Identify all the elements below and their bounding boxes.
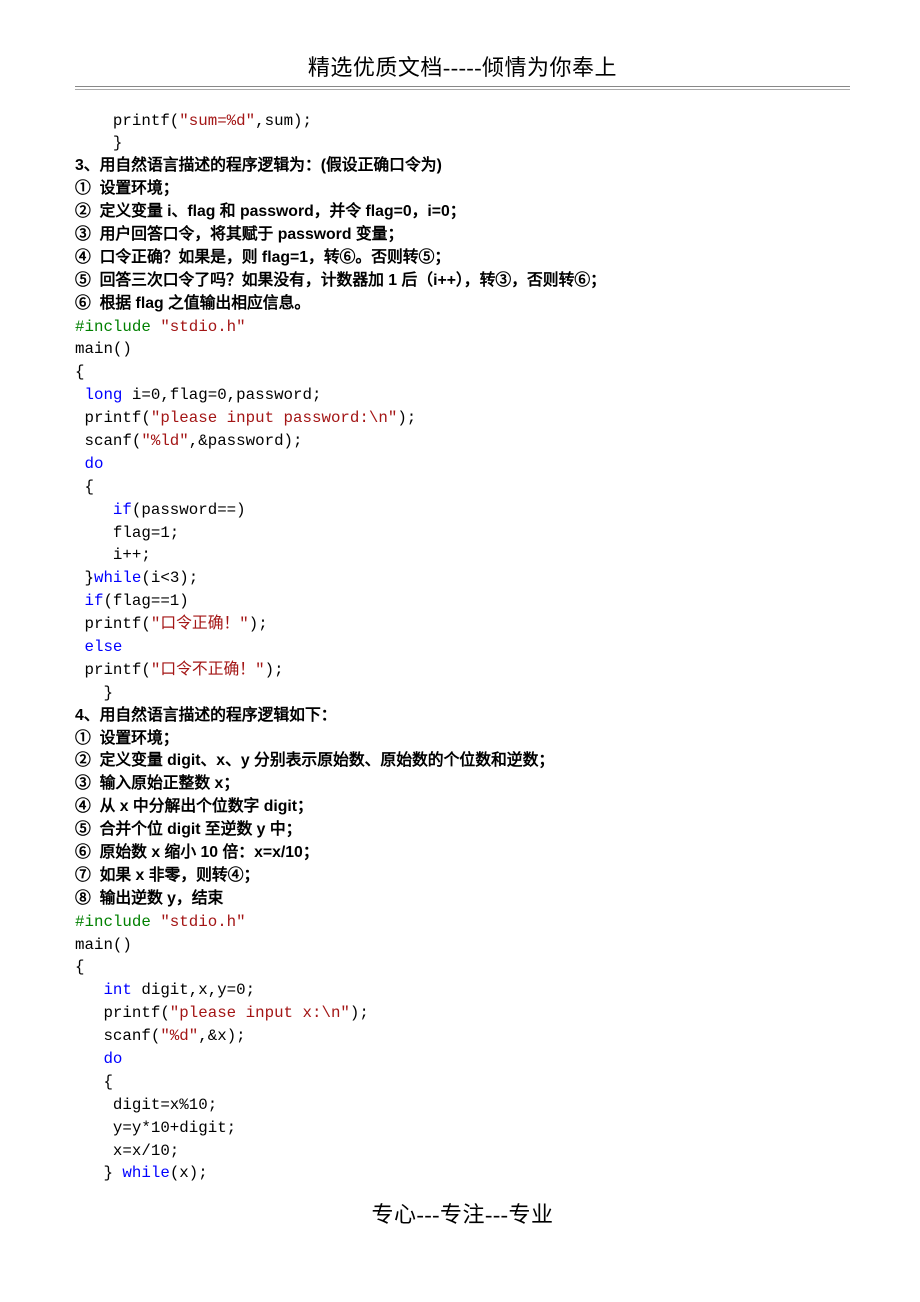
step-line: ⑥ 根据 flag 之值输出相应信息。 [75,293,850,316]
code-string: "口令不正确！" [151,661,265,679]
code-keyword: do [75,1048,850,1071]
code-text: (i<3); [141,569,198,587]
question-heading: 4、用自然语言描述的程序逻辑如下： [75,705,850,728]
step-line: ④ 口令正确？如果是，则 flag=1，转⑥。否则转⑤； [75,247,850,270]
code-keyword: else [75,636,850,659]
code-line: #include "stdio.h" [75,911,850,934]
step-line: ① 设置环境； [75,728,850,751]
page-header-title: 精选优质文档-----倾情为你奉上 [75,50,850,82]
code-keyword: while [94,569,141,587]
step-line: ③ 输入原始正整数 x； [75,773,850,796]
code-text: ); [397,409,416,427]
code-keyword: int [75,981,132,999]
code-line: if(password==) [75,499,850,522]
code-line: y=y*10+digit; [75,1117,850,1140]
code-line: int digit,x,y=0; [75,979,850,1002]
code-string: "please input x:\n" [170,1004,350,1022]
code-keyword: do [75,453,850,476]
code-directive: #include [75,913,160,931]
code-line: printf("please input password:\n"); [75,407,850,430]
code-text: ,sum); [255,112,312,130]
code-string: "stdio.h" [160,913,245,931]
code-line: } while(x); [75,1162,850,1185]
code-keyword: long [75,386,122,404]
question-heading: 3、用自然语言描述的程序逻辑为：(假设正确口令为) [75,155,850,178]
code-text: ,&password); [189,432,303,450]
step-line: ② 定义变量 i、flag 和 password，并令 flag=0，i=0； [75,201,850,224]
code-line: scanf("%ld",&password); [75,430,850,453]
code-text: i=0,flag=0,password; [122,386,321,404]
code-line: main() [75,934,850,957]
code-directive: #include [75,318,160,336]
code-line: printf("口令正确！"); [75,613,850,636]
step-line: ⑦ 如果 x 非零，则转④； [75,865,850,888]
code-line: scanf("%d",&x); [75,1025,850,1048]
code-text: ); [350,1004,369,1022]
step-line: ④ 从 x 中分解出个位数字 digit； [75,796,850,819]
step-line: ⑥ 原始数 x 缩小 10 倍：x=x/10； [75,842,850,865]
code-line: { [75,361,850,384]
code-line: main() [75,338,850,361]
step-line: ① 设置环境； [75,178,850,201]
code-keyword: if [75,592,103,610]
code-string: "%d" [160,1027,198,1045]
code-line: printf("口令不正确！"); [75,659,850,682]
code-line: { [75,476,850,499]
code-line: }while(i<3); [75,567,850,590]
code-line: } [75,682,850,705]
code-line: printf("sum=%d",sum); [75,110,850,133]
step-line: ② 定义变量 digit、x、y 分别表示原始数、原始数的个位数和逆数； [75,750,850,773]
code-text: printf( [75,112,179,130]
code-text: scanf( [75,1027,160,1045]
code-line: } [75,132,850,155]
header-rule [75,86,850,90]
code-line: #include "stdio.h" [75,316,850,339]
document-page: 精选优质文档-----倾情为你奉上 printf("sum=%d",sum); … [0,0,920,1269]
code-text: printf( [75,661,151,679]
code-text: digit,x,y=0; [132,981,255,999]
step-line: ③ 用户回答口令，将其赋于 password 变量； [75,224,850,247]
code-keyword: if [75,501,132,519]
code-string: "please input password:\n" [151,409,397,427]
code-string: "stdio.h" [160,318,245,336]
step-line: ⑤ 合并个位 digit 至逆数 y 中； [75,819,850,842]
code-string: "%ld" [141,432,188,450]
page-footer-title: 专心---专注---专业 [75,1197,850,1229]
code-text: ,&x); [198,1027,245,1045]
code-text: (flag==1) [103,592,188,610]
code-text: scanf( [75,432,141,450]
step-line: ⑤ 回答三次口令了吗？如果没有，计数器加 1 后（i++），转③，否则转⑥； [75,270,850,293]
code-text: (password==) [132,501,246,519]
code-line: if(flag==1) [75,590,850,613]
step-line: ⑧ 输出逆数 y，结束 [75,888,850,911]
code-text: (x); [170,1164,208,1182]
code-string: "sum=%d" [179,112,255,130]
code-text: ); [249,615,268,633]
code-line: printf("please input x:\n"); [75,1002,850,1025]
code-line: x=x/10; [75,1140,850,1163]
code-keyword: while [122,1164,169,1182]
code-line: { [75,956,850,979]
code-text: } [75,569,94,587]
code-text: ); [265,661,284,679]
code-line: i++; [75,544,850,567]
code-string: "口令正确！" [151,615,249,633]
code-line: long i=0,flag=0,password; [75,384,850,407]
code-line: { [75,1071,850,1094]
code-line: flag=1; [75,522,850,545]
code-line: digit=x%10; [75,1094,850,1117]
code-text: printf( [75,1004,170,1022]
code-text: printf( [75,615,151,633]
code-text: } [75,1164,122,1182]
code-text: printf( [75,409,151,427]
